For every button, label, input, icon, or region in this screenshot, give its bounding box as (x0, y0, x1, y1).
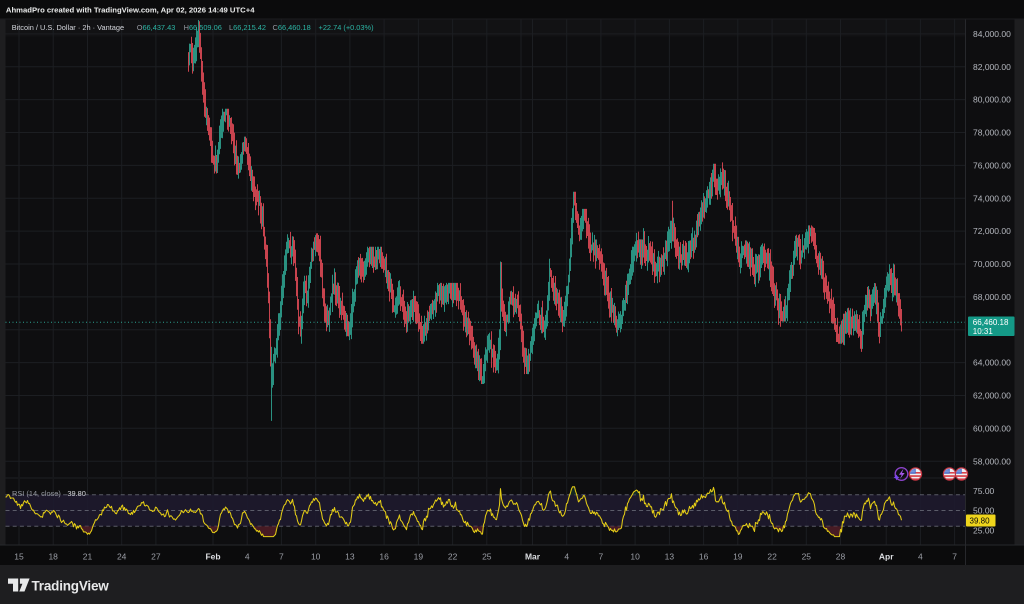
svg-text:4: 4 (245, 552, 250, 562)
svg-text:19: 19 (414, 552, 424, 562)
svg-text:7: 7 (952, 552, 957, 562)
svg-text:76,000.00: 76,000.00 (973, 161, 1011, 171)
svg-text:C66,460.18: C66,460.18 (273, 23, 311, 32)
svg-text:84,000.00: 84,000.00 (973, 29, 1011, 39)
svg-text:50.00: 50.00 (973, 506, 995, 516)
svg-text:21: 21 (83, 552, 93, 562)
svg-text:10: 10 (311, 552, 321, 562)
svg-text:7: 7 (279, 552, 284, 562)
svg-text:O66,437.43: O66,437.43 (137, 23, 176, 32)
svg-text:H66,509.06: H66,509.06 (184, 23, 222, 32)
svg-text:25: 25 (482, 552, 492, 562)
svg-text:72,000.00: 72,000.00 (973, 226, 1011, 236)
svg-text:AhmadPro created with TradingV: AhmadPro created with TradingView.com, A… (6, 5, 255, 14)
svg-text:15: 15 (14, 552, 24, 562)
svg-text:70,000.00: 70,000.00 (973, 259, 1011, 269)
svg-text:66,460.18: 66,460.18 (973, 318, 1009, 327)
svg-text:62,000.00: 62,000.00 (973, 391, 1011, 401)
svg-text:10:31: 10:31 (973, 327, 994, 336)
svg-text:39.80: 39.80 (67, 489, 86, 498)
svg-text:Apr: Apr (879, 552, 894, 562)
svg-text:18: 18 (48, 552, 58, 562)
svg-text:22: 22 (767, 552, 777, 562)
svg-text:L66,215.42: L66,215.42 (229, 23, 266, 32)
svg-text:27: 27 (151, 552, 161, 562)
svg-text:TradingView: TradingView (32, 579, 110, 594)
svg-text:+22.74 (+0.03%): +22.74 (+0.03%) (319, 23, 374, 32)
svg-text:Feb: Feb (205, 552, 220, 562)
svg-text:60,000.00: 60,000.00 (973, 423, 1011, 433)
svg-text:Bitcoin / U.S. Dollar · 2h · V: Bitcoin / U.S. Dollar · 2h · Vantage (12, 23, 124, 32)
svg-text:80,000.00: 80,000.00 (973, 95, 1011, 105)
svg-text:28: 28 (836, 552, 846, 562)
svg-text:13: 13 (345, 552, 355, 562)
svg-text:24: 24 (117, 552, 127, 562)
svg-text:74,000.00: 74,000.00 (973, 193, 1011, 203)
svg-text:75.00: 75.00 (973, 486, 995, 496)
svg-text:58,000.00: 58,000.00 (973, 456, 1011, 466)
svg-text:78,000.00: 78,000.00 (973, 128, 1011, 138)
svg-text:7: 7 (599, 552, 604, 562)
svg-text:68,000.00: 68,000.00 (973, 292, 1011, 302)
svg-text:13: 13 (665, 552, 675, 562)
svg-text:10: 10 (630, 552, 640, 562)
svg-text:19: 19 (733, 552, 743, 562)
svg-text:82,000.00: 82,000.00 (973, 62, 1011, 72)
svg-text:Mar: Mar (525, 552, 541, 562)
svg-text:25.00: 25.00 (973, 525, 995, 535)
svg-text:39.80: 39.80 (970, 517, 991, 526)
svg-text:4: 4 (918, 552, 923, 562)
svg-text:4: 4 (564, 552, 569, 562)
svg-text:25: 25 (802, 552, 812, 562)
svg-text:64,000.00: 64,000.00 (973, 358, 1011, 368)
svg-text:RSI (14, close): RSI (14, close) (12, 489, 61, 498)
svg-text:16: 16 (379, 552, 389, 562)
svg-text:22: 22 (448, 552, 458, 562)
svg-text:16: 16 (699, 552, 709, 562)
